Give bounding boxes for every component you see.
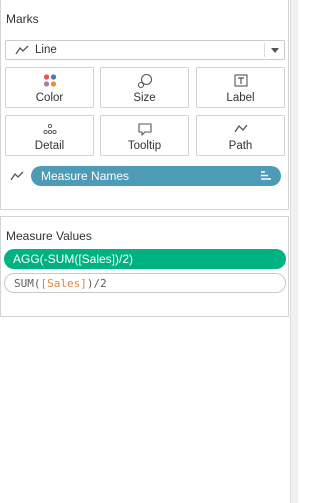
dropdown-separator bbox=[264, 43, 265, 57]
tooltip-label: Tooltip bbox=[127, 140, 162, 152]
detail-label: Detail bbox=[34, 140, 65, 152]
label-label: Label bbox=[226, 92, 255, 104]
mark-type-label: Line bbox=[35, 44, 57, 56]
path-label: Path bbox=[228, 140, 253, 152]
measure-names-label: Measure Names bbox=[41, 169, 130, 183]
chevron-down-icon[interactable] bbox=[271, 48, 279, 53]
size-button[interactable]: Size bbox=[100, 67, 189, 108]
calc-operator: )/2 bbox=[86, 277, 107, 290]
marks-title: Marks bbox=[6, 12, 39, 26]
color-dots-icon bbox=[43, 74, 56, 87]
agg-measure-label: AGG(-SUM([Sales])/2) bbox=[13, 252, 134, 266]
calc-edit-pill[interactable]: SUM([Sales])/2 bbox=[4, 273, 286, 293]
path-line-icon bbox=[233, 124, 248, 133]
sort-descending-icon bbox=[261, 171, 271, 180]
calc-function: SUM( bbox=[14, 277, 41, 290]
agg-measure-pill[interactable]: AGG(-SUM([Sales])/2) bbox=[4, 249, 286, 269]
label-t-icon bbox=[233, 74, 248, 87]
measure-values-title: Measure Values bbox=[6, 229, 92, 243]
line-icon bbox=[15, 45, 29, 55]
size-circles-icon bbox=[137, 73, 152, 89]
line-icon bbox=[10, 171, 24, 181]
color-button[interactable]: Color bbox=[5, 67, 94, 108]
measure-names-pill[interactable]: Measure Names bbox=[31, 166, 281, 186]
tooltip-bubble-icon bbox=[137, 123, 152, 136]
detail-button[interactable]: Detail bbox=[5, 115, 94, 156]
label-button[interactable]: Label bbox=[196, 67, 285, 108]
path-button[interactable]: Path bbox=[196, 115, 285, 156]
detail-dots-icon bbox=[42, 123, 57, 135]
marks-card: Marks Line Color Size Label Detail Toolt… bbox=[0, 0, 289, 210]
calc-expression[interactable]: SUM([Sales])/2 bbox=[14, 277, 107, 290]
panel-scroll-edge bbox=[290, 0, 298, 503]
tooltip-button[interactable]: Tooltip bbox=[100, 115, 189, 156]
mark-type-dropdown[interactable]: Line bbox=[5, 40, 285, 60]
color-label: Color bbox=[35, 92, 64, 104]
calc-field-ref: [Sales] bbox=[40, 277, 87, 290]
size-label: Size bbox=[133, 92, 156, 104]
